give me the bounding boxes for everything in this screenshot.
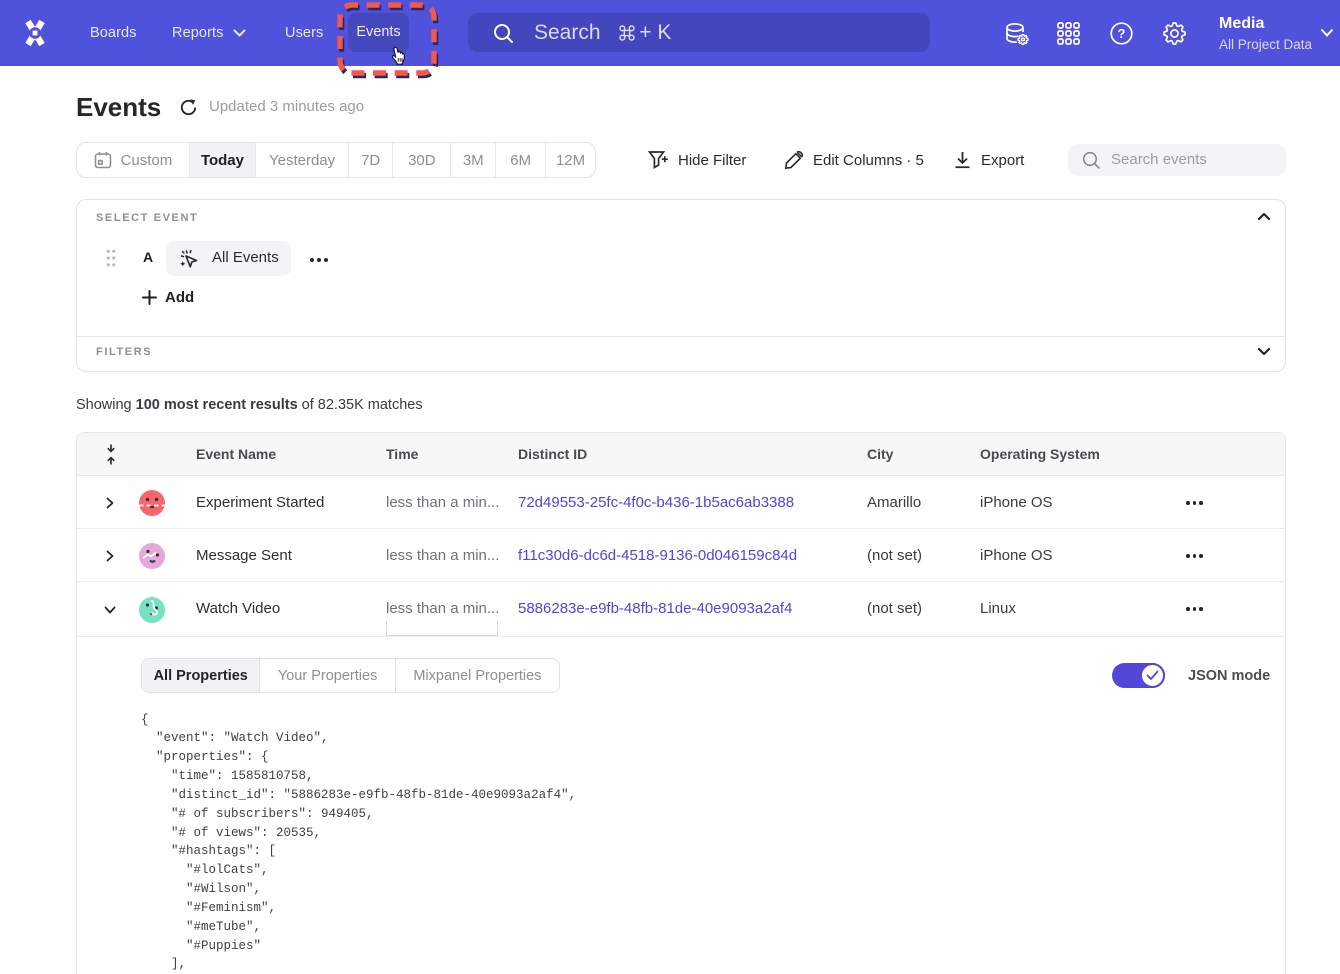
svg-text:?: ? bbox=[1118, 26, 1126, 41]
